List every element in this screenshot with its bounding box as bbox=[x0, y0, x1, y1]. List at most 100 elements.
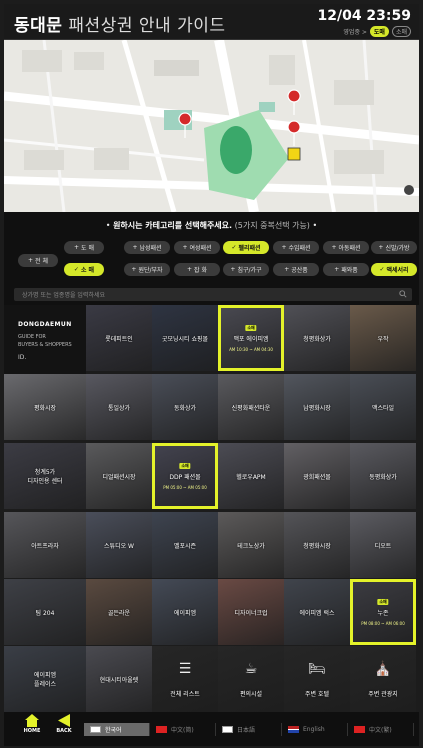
retail-badge: 소매 bbox=[245, 325, 257, 331]
opening-hours: AM 10:30 ~ AM 04:30 bbox=[229, 347, 273, 352]
mall-tile[interactable]: 에이피엠 럭스 bbox=[284, 579, 350, 645]
mall-name: 맥스타일 bbox=[371, 404, 395, 412]
mall-tile[interactable]: 현대시티아울렛 bbox=[86, 646, 152, 712]
chip-all[interactable]: + 전 체 bbox=[18, 254, 58, 267]
plus-icon: + bbox=[74, 244, 80, 251]
chip-family[interactable]: ✓ 펠리패션 bbox=[223, 241, 269, 254]
back-button[interactable]: BACK bbox=[50, 714, 78, 744]
area-map[interactable] bbox=[4, 40, 419, 212]
plus-icon: + bbox=[284, 266, 290, 273]
plus-icon: + bbox=[28, 257, 34, 264]
mall-tile[interactable]: 신평화패션타운 bbox=[218, 374, 284, 440]
mall-tile[interactable]: 누존 소매 PM 08:00 ~ AM 06:00 bbox=[350, 579, 416, 645]
view-label: 영업중 > bbox=[343, 29, 367, 36]
category-prompt: • 원하시는 카테고리를 선택해주세요. (5가지 중복선택 가능) • bbox=[105, 221, 318, 230]
back-arrow-icon bbox=[58, 714, 70, 727]
brand-tagline: GUIDE FOR BUYERS & SHOPPERS bbox=[18, 334, 72, 348]
chip-bedding[interactable]: + 침구/가구 bbox=[223, 263, 269, 276]
lang-japanese[interactable]: 日本語 bbox=[216, 723, 282, 736]
mall-name: 골든라운 bbox=[107, 609, 131, 617]
mall-tile[interactable]: 골든라운 bbox=[86, 579, 152, 645]
mall-tile[interactable]: 아트프라자 bbox=[4, 512, 86, 578]
mall-name: 청계5가 디자인용 센터 bbox=[27, 469, 63, 485]
mall-name: 맥포 에이피엠 bbox=[233, 335, 269, 343]
mall-tile[interactable]: 청계5가 디자인용 센터 bbox=[4, 443, 86, 509]
japan-flag-icon bbox=[222, 726, 233, 733]
mall-tile[interactable]: 통일상가 bbox=[86, 374, 152, 440]
mall-tile[interactable]: 동평화상가 bbox=[350, 443, 416, 509]
header: 동대문 패션상권 안내 가이드 12/04 23:59 영업중 > 도매 소매 bbox=[4, 4, 419, 40]
lang-korean[interactable]: 한국어 bbox=[84, 723, 150, 736]
mall-tile[interactable]: 우작 bbox=[350, 305, 416, 371]
mall-name: 굿모닝시티 쇼핑몰 bbox=[161, 335, 209, 343]
mall-name: 롯데피트인 bbox=[105, 335, 133, 343]
chip-misc[interactable]: + 패와품 bbox=[323, 263, 369, 276]
mall-name: 청평화상가 bbox=[303, 335, 331, 343]
chip-goods[interactable]: + 잡 화 bbox=[174, 263, 220, 276]
place-name: 동대문 bbox=[14, 16, 63, 36]
mall-tile[interactable]: 맥포 에이피엠 소매 AM 10:30 ~ AM 04:30 bbox=[218, 305, 284, 371]
mall-tile[interactable]: 헬로우APM bbox=[218, 443, 284, 509]
mall-tile[interactable]: 디얼패션시장 bbox=[86, 443, 152, 509]
mall-name: 광희패션몰 bbox=[303, 473, 331, 481]
mall-tile[interactable]: 청평화시장 bbox=[284, 512, 350, 578]
mall-name: 주변 관광지 bbox=[368, 691, 398, 698]
mall-tile[interactable]: 에이피엠 플레이스 bbox=[4, 646, 86, 712]
mall-tile[interactable]: 디오트 bbox=[350, 512, 416, 578]
mall-name: 청평화시장 bbox=[303, 542, 331, 550]
mall-tile[interactable]: 🛏 주변 호텔 bbox=[284, 646, 350, 712]
check-icon: ✓ bbox=[73, 266, 79, 273]
mall-name: 전체 리스트 bbox=[170, 691, 200, 698]
retail-badge: 소매 bbox=[377, 599, 389, 605]
mall-tile[interactable]: ☰ 전체 리스트 bbox=[152, 646, 218, 712]
mall-name: 우작 bbox=[377, 335, 389, 343]
chip-retail[interactable]: ✓ 소 매 bbox=[64, 263, 104, 276]
retail-toggle[interactable]: 소매 bbox=[391, 26, 411, 37]
chip-imported[interactable]: + 수입패션 bbox=[273, 241, 319, 254]
chip-fabric[interactable]: + 원단/부자 bbox=[124, 263, 170, 276]
mall-tile[interactable]: 벨포시즌 bbox=[152, 512, 218, 578]
mall-tile[interactable]: 에이피엠 bbox=[152, 579, 218, 645]
brand-logo: ID. bbox=[18, 354, 27, 361]
mall-tile[interactable]: 맥스타일 bbox=[350, 374, 416, 440]
footer: HOME BACK 한국어 中文(简) 日本語 English 中文(繁) bbox=[4, 712, 419, 746]
chip-accessories[interactable]: ✓ 액세서리 bbox=[371, 263, 417, 276]
mall-name: 에이피엠 플레이스 bbox=[33, 672, 57, 688]
chip-kids[interactable]: + 아동패션 bbox=[323, 241, 369, 254]
chip-wholesale[interactable]: + 도 매 bbox=[64, 241, 104, 254]
mall-tile[interactable]: 롯데피트인 bbox=[86, 305, 152, 371]
mall-name: 주변 호텔 bbox=[305, 691, 329, 698]
plus-icon: + bbox=[131, 266, 137, 273]
plus-icon: + bbox=[334, 266, 340, 273]
mall-tile[interactable]: 남평화시장 bbox=[284, 374, 350, 440]
lang-chinese-simplified[interactable]: 中文(简) bbox=[150, 723, 216, 736]
mall-tile[interactable]: 디자이너크럽 bbox=[218, 579, 284, 645]
mall-name: 헬로우APM bbox=[236, 473, 266, 481]
chip-industrial[interactable]: + 공산품 bbox=[273, 263, 319, 276]
mall-tile[interactable]: ☕ 편의시설 bbox=[218, 646, 284, 712]
taiwan-flag-icon bbox=[354, 726, 365, 733]
mall-tile[interactable]: ⛪ 주변 관광지 bbox=[350, 646, 416, 712]
mall-name: 팀 204 bbox=[35, 609, 55, 617]
mall-tile[interactable]: 스튜디오 W bbox=[86, 512, 152, 578]
mall-name: 아트프라자 bbox=[31, 542, 59, 550]
chip-shoes-bags[interactable]: + 신발/가방 bbox=[371, 241, 417, 254]
mall-tile[interactable]: 팀 204 bbox=[4, 579, 86, 645]
mall-tile[interactable]: 동화상가 bbox=[152, 374, 218, 440]
mall-tile[interactable]: 광희패션몰 bbox=[284, 443, 350, 509]
search-placeholder: 상가명 또는 업종명을 입력하세요 bbox=[22, 292, 106, 299]
mall-tile[interactable]: 테크노상가 bbox=[218, 512, 284, 578]
mall-tile[interactable]: DDP 패션몰 소매 PM 05:00 ~ AM 05:00 bbox=[152, 443, 218, 509]
retail-badge: 소매 bbox=[179, 463, 191, 469]
home-button[interactable]: HOME bbox=[18, 714, 46, 744]
lang-chinese-traditional[interactable]: 中文(繁) bbox=[348, 723, 414, 736]
wholesale-toggle[interactable]: 도매 bbox=[369, 26, 389, 37]
mall-tile[interactable]: 평화시장 bbox=[4, 374, 86, 440]
search-input[interactable]: 상가명 또는 업종명을 입력하세요 bbox=[14, 288, 412, 301]
chip-womens[interactable]: + 여성패션 bbox=[174, 241, 220, 254]
mall-tile[interactable]: 청평화상가 bbox=[284, 305, 350, 371]
mall-tile[interactable]: 굿모닝시티 쇼핑몰 bbox=[152, 305, 218, 371]
chip-mens[interactable]: + 남성패션 bbox=[124, 241, 170, 254]
opening-hours: PM 05:00 ~ AM 05:00 bbox=[163, 485, 207, 490]
lang-english[interactable]: English bbox=[282, 723, 348, 736]
